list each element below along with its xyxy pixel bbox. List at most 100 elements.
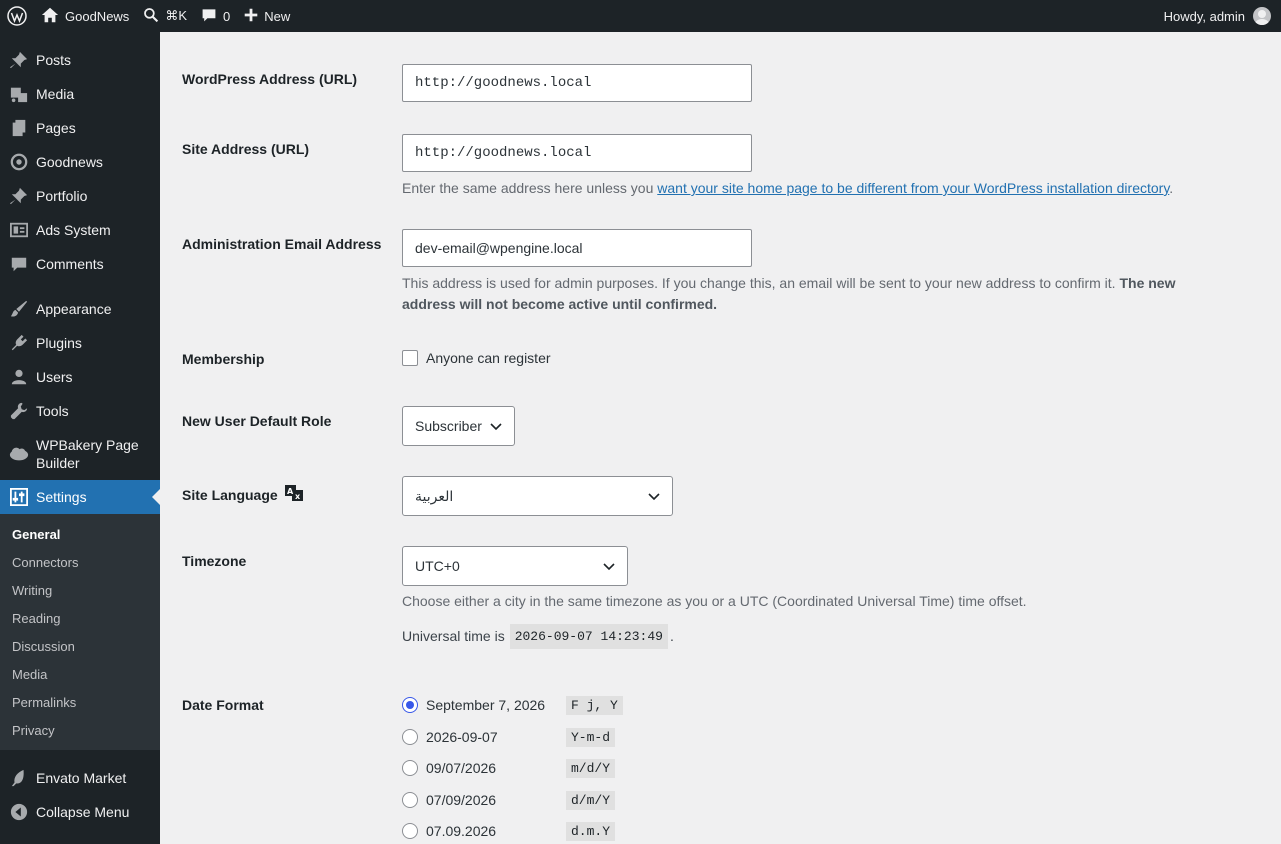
default-role-select[interactable]: Subscriber [402, 406, 515, 446]
search-command-button[interactable]: ⌘K [136, 0, 194, 32]
sidebar-item-label: Tools [36, 403, 69, 419]
sidebar-item-comments[interactable]: Comments [0, 247, 160, 281]
plus-icon [244, 8, 258, 25]
sidebar-item-label: Appearance [36, 301, 112, 317]
sidebar-item-label: Media [36, 86, 75, 102]
wordpress-logo-icon[interactable] [0, 0, 34, 32]
admin-email-description: This address is used for admin purposes.… [402, 273, 1222, 315]
date-format-code: Y-m-d [566, 727, 616, 747]
default-role-label: New User Default Role [182, 413, 332, 429]
sidebar-item-wpbakery[interactable]: WPBakery Page Builder [0, 428, 160, 480]
wp-address-field-wrap: http://goodnews.local [402, 64, 752, 102]
pages-icon [9, 118, 29, 138]
site-address-input[interactable]: http://goodnews.local [402, 134, 752, 172]
date-format-code: d.m.Y [566, 821, 616, 841]
date-format-option[interactable]: 07/09/2026 d/m/Y [402, 789, 616, 811]
cloud-icon [9, 444, 29, 464]
admin-email-input[interactable]: dev-email@wpengine.local [402, 229, 752, 267]
submenu-discussion[interactable]: Discussion [0, 633, 160, 661]
wrench-icon [9, 401, 29, 421]
date-format-code: m/d/Y [566, 758, 616, 778]
desc-text: . [1169, 180, 1174, 196]
sidebar-item-label: Plugins [36, 335, 82, 351]
date-format-example: 07.09.2026 [426, 823, 497, 839]
sidebar-item-portfolio[interactable]: Portfolio [0, 179, 160, 213]
date-format-example: 07/09/2026 [426, 792, 497, 808]
date-format-example: 2026-09-07 [426, 729, 498, 745]
comments-link[interactable]: 0 [194, 0, 237, 32]
sidebar-item-label: Settings [36, 489, 87, 505]
date-format-option[interactable]: 2026-09-07 Y-m-d [402, 726, 616, 748]
site-language-select[interactable]: العربية [402, 476, 673, 516]
date-format-radio[interactable] [402, 697, 418, 713]
site-language-label: Site Language [182, 486, 278, 503]
media-icon [9, 84, 29, 104]
collapse-menu-button[interactable]: Collapse Menu [0, 795, 160, 829]
wp-address-input[interactable]: http://goodnews.local [402, 64, 752, 102]
date-format-label: Date Format [182, 697, 264, 713]
sidebar-item-plugins[interactable]: Plugins [0, 326, 160, 360]
user-icon [9, 367, 29, 387]
timezone-field-wrap: UTC+0 Choose either a city in the same t… [402, 546, 1202, 649]
sidebar-item-goodnews[interactable]: Goodnews [0, 145, 160, 179]
sidebar-item-tools[interactable]: Tools [0, 394, 160, 428]
site-address-label: Site Address (URL) [182, 141, 310, 157]
comment-bubble-icon [201, 7, 217, 26]
site-name-link[interactable]: GoodNews [34, 0, 136, 32]
sidebar-item-envato-market[interactable]: Envato Market [0, 761, 160, 795]
submenu-reading[interactable]: Reading [0, 605, 160, 633]
translation-icon: Ax [284, 484, 304, 505]
submenu-connectors[interactable]: Connectors [0, 549, 160, 577]
submenu-media[interactable]: Media [0, 661, 160, 689]
anyone-can-register-checkbox[interactable] [402, 350, 418, 366]
date-format-example: 09/07/2026 [426, 760, 497, 776]
sidebar-item-posts[interactable]: Posts [0, 43, 160, 77]
universal-time-suffix: . [669, 628, 674, 644]
date-format-radio[interactable] [402, 729, 418, 745]
date-format-radio[interactable] [402, 760, 418, 776]
chevron-down-icon [603, 558, 615, 574]
membership-label: Membership [182, 351, 265, 367]
new-content-button[interactable]: New [237, 0, 297, 32]
sidebar-item-users[interactable]: Users [0, 360, 160, 394]
envato-leaf-icon [9, 768, 29, 788]
default-role-value: Subscriber [415, 418, 482, 434]
submenu-privacy[interactable]: Privacy [0, 717, 160, 745]
sidebar-item-label: Portfolio [36, 188, 88, 204]
anyone-can-register-label[interactable]: Anyone can register [426, 350, 551, 366]
universal-time-prefix: Universal time is [402, 628, 505, 644]
submenu-general[interactable]: General [0, 521, 160, 549]
admin-email-label: Administration Email Address [182, 236, 382, 252]
sidebar-item-appearance[interactable]: Appearance [0, 292, 160, 326]
pushpin-icon [9, 50, 29, 70]
sidebar-item-label: Users [36, 369, 73, 385]
account-menu[interactable]: Howdy, admin [1164, 7, 1281, 25]
wp-address-label: WordPress Address (URL) [182, 71, 358, 87]
sidebar-item-ads-system[interactable]: Ads System [0, 213, 160, 247]
plug-icon [9, 333, 29, 353]
svg-text:x: x [295, 492, 301, 501]
site-home-different-link[interactable]: want your site home page to be different… [657, 180, 1169, 196]
sidebar-item-pages[interactable]: Pages [0, 111, 160, 145]
date-format-option[interactable]: 07.09.2026 d.m.Y [402, 820, 616, 842]
site-address-field-wrap: http://goodnews.local Enter the same add… [402, 134, 1262, 199]
home-icon [41, 6, 59, 27]
sidebar-item-media[interactable]: Media [0, 77, 160, 111]
membership-field-wrap: Anyone can register [402, 350, 551, 366]
submenu-writing[interactable]: Writing [0, 577, 160, 605]
date-format-radio[interactable] [402, 823, 418, 839]
date-format-radio[interactable] [402, 792, 418, 808]
date-format-option[interactable]: September 7, 2026 F j, Y [402, 694, 623, 716]
paintbrush-icon [9, 299, 29, 319]
sidebar-item-settings[interactable]: Settings [0, 480, 160, 514]
timezone-label: Timezone [182, 553, 247, 569]
date-format-option[interactable]: 09/07/2026 m/d/Y [402, 757, 616, 779]
admin-bar: GoodNews ⌘K 0 New Howdy, admin [0, 0, 1281, 32]
universal-time-value: 2026-09-07 14:23:49 [509, 624, 668, 649]
avatar [1253, 7, 1271, 25]
timezone-select[interactable]: UTC+0 [402, 546, 628, 586]
date-format-code: d/m/Y [566, 790, 616, 810]
sidebar-item-label: WPBakery Page Builder [36, 437, 139, 471]
timezone-value: UTC+0 [415, 558, 460, 574]
submenu-permalinks[interactable]: Permalinks [0, 689, 160, 717]
